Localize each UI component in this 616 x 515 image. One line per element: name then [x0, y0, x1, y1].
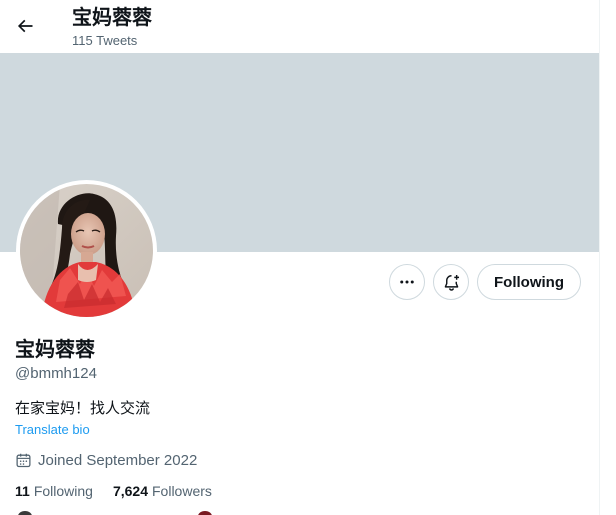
followers-count: 7,624: [112, 483, 148, 499]
profile-page: 宝妈蓉蓉 115 Tweets Following 宝妈蓉蓉 @bmmh124 …: [0, 0, 616, 515]
more-horizontal-icon: [398, 273, 416, 291]
followers-count-label: Followers: [152, 483, 212, 499]
joined-date: Joined September 2022: [15, 450, 197, 470]
bell-plus-icon: [442, 273, 461, 292]
follow-stats: 11 Following 7,624 Followers: [15, 481, 232, 501]
tweet-count: 115 Tweets: [72, 33, 138, 48]
following-count-label: Following: [33, 483, 93, 499]
avatar[interactable]: [16, 180, 157, 321]
notifications-button[interactable]: [433, 264, 469, 300]
column-divider: [599, 0, 600, 515]
display-name: 宝妈蓉蓉: [15, 339, 95, 361]
following-count-link[interactable]: 11 Following: [15, 481, 93, 501]
bio-text: 在家宝妈！找人交流: [15, 400, 151, 417]
followers-count-link[interactable]: 7,624 Followers: [113, 481, 212, 501]
translate-bio-link[interactable]: Translate bio: [15, 422, 90, 438]
follower-avatar-partial: [198, 511, 212, 515]
follower-avatar-partial: [18, 511, 32, 515]
user-handle: @bmmh124: [15, 365, 97, 382]
following-count: 11: [15, 483, 30, 499]
following-button[interactable]: Following: [477, 264, 581, 300]
profile-header: 宝妈蓉蓉 115 Tweets: [0, 0, 599, 53]
more-button[interactable]: [389, 264, 425, 300]
arrow-left-icon: [15, 16, 35, 36]
header-title: 宝妈蓉蓉: [72, 7, 152, 29]
back-button[interactable]: [9, 10, 41, 42]
joined-label: Joined September 2022: [38, 451, 198, 469]
calendar-icon: [15, 452, 32, 469]
avatar-photo: [20, 184, 153, 317]
